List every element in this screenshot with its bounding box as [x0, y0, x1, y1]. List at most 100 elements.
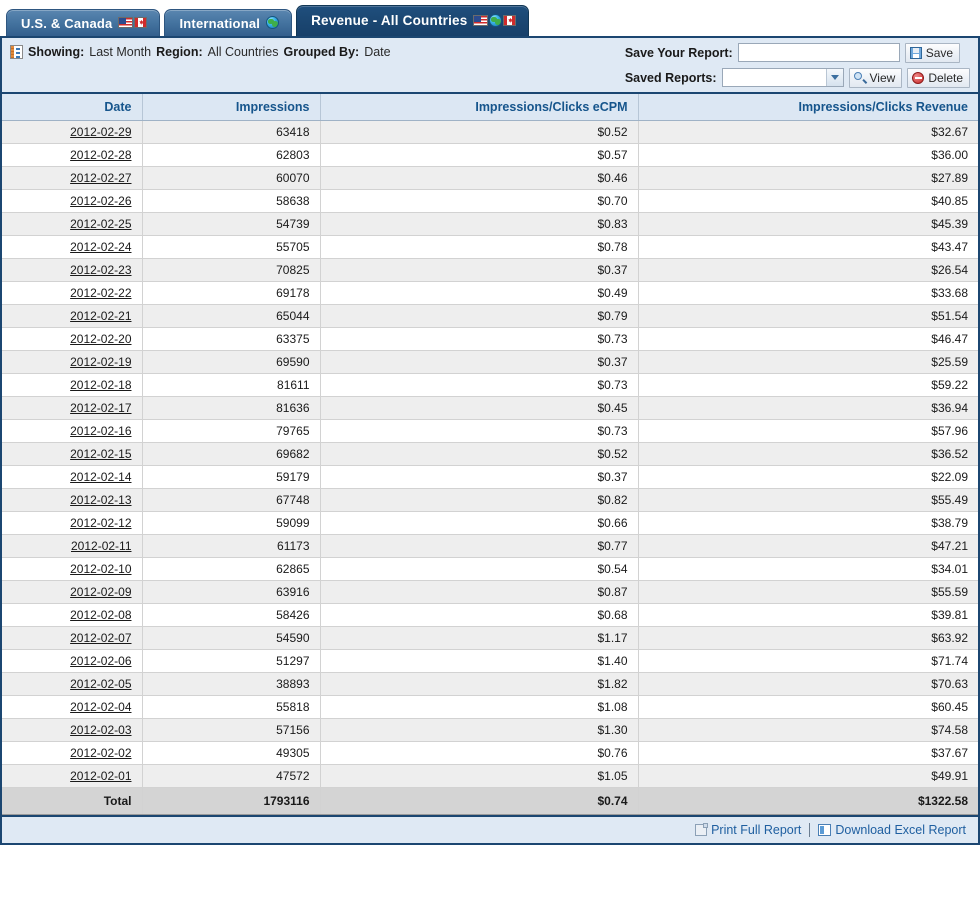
date-link[interactable]: 2012-02-22: [70, 286, 131, 300]
save-report-input[interactable]: [737, 43, 900, 62]
cell-date: 2012-02-14: [2, 465, 143, 489]
cell-date: 2012-02-12: [2, 511, 143, 535]
saved-reports-select[interactable]: [721, 68, 844, 87]
table-row: 2012-02-16 79765 $0.73 $57.96: [2, 419, 978, 443]
cell-ecpm: $0.45: [320, 396, 639, 420]
table-row: 2012-02-07 54590 $1.17 $63.92: [2, 626, 978, 650]
cell-impressions: 63418: [142, 120, 321, 144]
date-link[interactable]: 2012-02-25: [70, 217, 131, 231]
floppy-disk-icon: [909, 46, 922, 59]
cell-revenue: $70.63: [638, 672, 978, 696]
grouped-by-value: Date: [364, 45, 391, 59]
date-link[interactable]: 2012-02-17: [70, 401, 131, 415]
save-button[interactable]: Save: [904, 42, 961, 63]
date-link[interactable]: 2012-02-15: [70, 447, 131, 461]
cell-ecpm: $0.66: [320, 511, 639, 535]
flag-us-icon: [473, 14, 489, 26]
delete-report-button[interactable]: Delete: [907, 67, 970, 88]
cell-impressions: 55705: [142, 235, 321, 259]
date-link[interactable]: 2012-02-18: [70, 378, 131, 392]
cell-impressions: 54590: [142, 626, 321, 650]
cell-date: 2012-02-28: [2, 143, 143, 167]
table-body: 2012-02-29 63418 $0.52 $32.67 2012-02-28 6280…: [2, 120, 978, 815]
save-report-panel: Save Your Report: Save Saved Reports: Vi…: [625, 42, 970, 88]
tab-revenue-all-countries[interactable]: Revenue - All Countries: [296, 5, 530, 36]
date-link[interactable]: 2012-02-11: [71, 539, 132, 553]
date-link[interactable]: 2012-02-16: [70, 424, 131, 438]
date-link[interactable]: 2012-02-12: [70, 516, 131, 530]
cell-date: 2012-02-10: [2, 557, 143, 581]
cell-ecpm: $1.17: [320, 626, 639, 650]
date-link[interactable]: 2012-02-01: [70, 769, 131, 783]
cell-impressions: 81611: [142, 373, 321, 397]
date-link[interactable]: 2012-02-04: [70, 700, 131, 714]
cell-ecpm: $0.49: [320, 281, 639, 305]
cell-revenue: $33.68: [638, 281, 978, 305]
date-link[interactable]: 2012-02-27: [70, 171, 131, 185]
download-excel-report-link[interactable]: Download Excel Report: [818, 823, 966, 837]
cell-ecpm: $0.73: [320, 327, 639, 351]
table-row: 2012-02-06 51297 $1.40 $71.74: [2, 649, 978, 673]
date-link[interactable]: 2012-02-29: [70, 125, 131, 139]
date-link[interactable]: 2012-02-24: [70, 240, 131, 254]
grouped-by-label: Grouped By:: [283, 45, 360, 59]
cell-impressions: 58638: [142, 189, 321, 213]
date-link[interactable]: 2012-02-08: [70, 608, 131, 622]
cell-revenue: $47.21: [638, 534, 978, 558]
column-header-impressions[interactable]: Impressions: [142, 94, 321, 121]
date-link[interactable]: 2012-02-20: [70, 332, 131, 346]
date-link[interactable]: 2012-02-13: [70, 493, 131, 507]
date-link[interactable]: 2012-02-10: [70, 562, 131, 576]
cell-revenue: $60.45: [638, 695, 978, 719]
date-link[interactable]: 2012-02-07: [70, 631, 131, 645]
date-link[interactable]: 2012-02-03: [70, 723, 131, 737]
date-link[interactable]: 2012-02-26: [70, 194, 131, 208]
column-header-revenue[interactable]: Impressions/Clicks Revenue: [638, 94, 978, 121]
date-link[interactable]: 2012-02-28: [70, 148, 131, 162]
excel-file-icon: [818, 824, 832, 836]
cell-date: 2012-02-24: [2, 235, 143, 259]
saved-reports-row: Saved Reports: View Delete: [625, 67, 970, 88]
cell-impressions: 81636: [142, 396, 321, 420]
cell-date: 2012-02-15: [2, 442, 143, 466]
column-header-ecpm[interactable]: Impressions/Clicks eCPM: [320, 94, 639, 121]
date-link[interactable]: 2012-02-19: [70, 355, 131, 369]
table-row: 2012-02-19 69590 $0.37 $25.59: [2, 350, 978, 374]
cell-impressions: 47572: [142, 764, 321, 788]
cell-date: 2012-02-03: [2, 718, 143, 742]
cell-date: 2012-02-21: [2, 304, 143, 328]
cell-revenue: $36.94: [638, 396, 978, 420]
report-toolbar: Showing: Last Month Region: All Countrie…: [0, 36, 980, 94]
table-row: 2012-02-04 55818 $1.08 $60.45: [2, 695, 978, 719]
cell-impressions: 58426: [142, 603, 321, 627]
date-link[interactable]: 2012-02-09: [70, 585, 131, 599]
table-row: 2012-02-03 57156 $1.30 $74.58: [2, 718, 978, 742]
total-label: Total: [2, 787, 143, 815]
table-row: 2012-02-27 60070 $0.46 $27.89: [2, 166, 978, 190]
cell-date: 2012-02-27: [2, 166, 143, 190]
table-row: 2012-02-02 49305 $0.76 $37.67: [2, 741, 978, 765]
table-row: 2012-02-15 69682 $0.52 $36.52: [2, 442, 978, 466]
date-link[interactable]: 2012-02-02: [70, 746, 131, 760]
cell-ecpm: $0.82: [320, 488, 639, 512]
tab-us-canada[interactable]: U.S. & Canada: [6, 9, 161, 36]
date-link[interactable]: 2012-02-05: [70, 677, 131, 691]
column-header-date[interactable]: Date: [2, 94, 143, 121]
print-full-report-link[interactable]: Print Full Report: [695, 823, 801, 837]
table-row: 2012-02-05 38893 $1.82 $70.63: [2, 672, 978, 696]
cell-impressions: 49305: [142, 741, 321, 765]
date-link[interactable]: 2012-02-14: [70, 470, 131, 484]
tab-international[interactable]: International: [164, 9, 293, 36]
table-row: 2012-02-26 58638 $0.70 $40.85: [2, 189, 978, 213]
tab-revenue-icons: [473, 13, 517, 27]
view-report-button[interactable]: View: [848, 67, 903, 88]
cell-revenue: $27.89: [638, 166, 978, 190]
toolbar-divider: [2, 92, 978, 94]
date-link[interactable]: 2012-02-06: [70, 654, 131, 668]
date-link[interactable]: 2012-02-21: [70, 309, 131, 323]
date-link[interactable]: 2012-02-23: [70, 263, 131, 277]
cell-impressions: 70825: [142, 258, 321, 282]
cell-impressions: 69682: [142, 442, 321, 466]
globe-icon: [489, 13, 503, 27]
cell-date: 2012-02-06: [2, 649, 143, 673]
